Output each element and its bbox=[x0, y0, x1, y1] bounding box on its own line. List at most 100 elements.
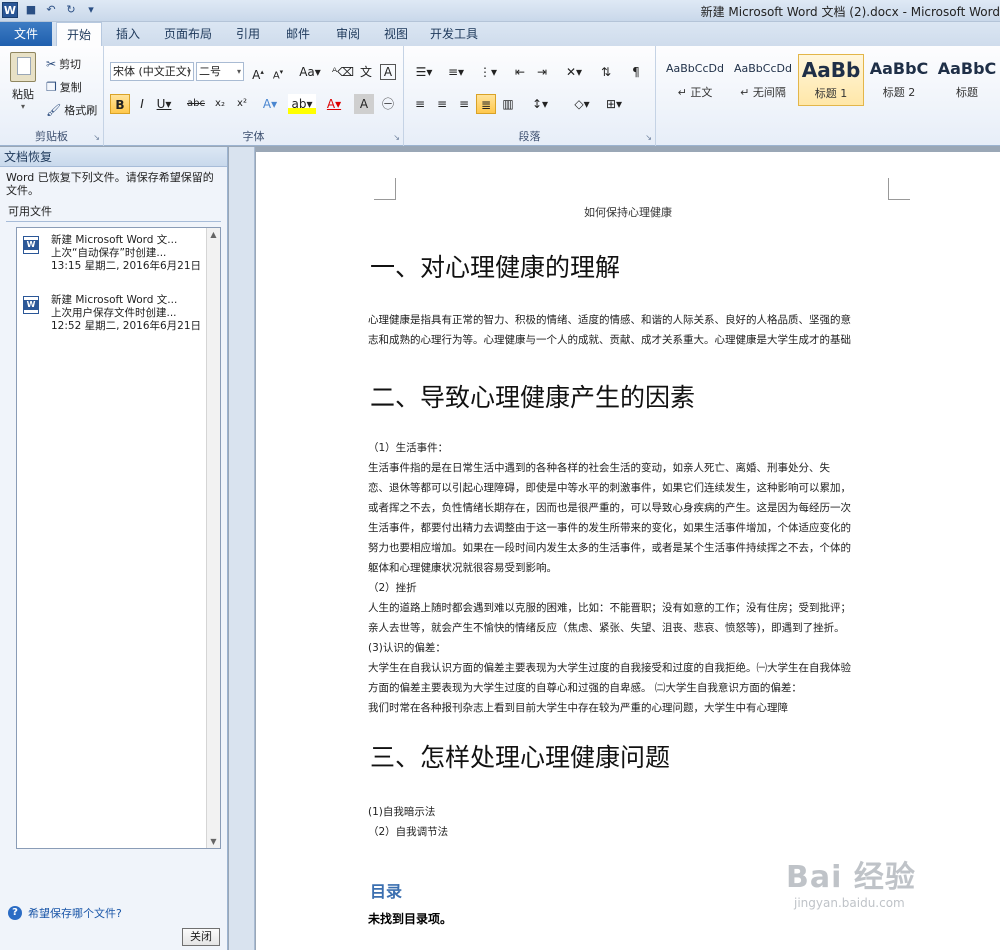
copy-label: 复制 bbox=[59, 81, 82, 94]
text-line: 生活事件指的是在日常生活中遇到的各种各样的社会生活的变动，如亲人死亡、离婚、刑事… bbox=[368, 462, 830, 474]
scissors-icon: ✂ bbox=[46, 57, 57, 71]
style-heading-2[interactable]: AaBbC 标题 2 bbox=[866, 54, 932, 106]
show-marks-icon[interactable]: ¶ bbox=[626, 62, 646, 82]
text-line: 生活事件，都要付出精力去调整由于这一事件的发生所带来的变化，如果生活事件增加，个… bbox=[368, 522, 851, 534]
justify-icon[interactable]: ≣ bbox=[476, 94, 496, 114]
paragraph-launcher-icon[interactable]: ↘ bbox=[645, 133, 652, 142]
format-painter-label: 格式刷 bbox=[64, 104, 98, 117]
text-line: 亲人去世等，就会产生不愉快的情绪反应（焦虑、紧张、失望、沮丧、悲哀、愤怒等)，即… bbox=[368, 622, 845, 634]
subscript-button[interactable]: x₂ bbox=[210, 94, 230, 114]
customize-qat-icon[interactable]: ▾ bbox=[84, 3, 98, 17]
char-shading-icon[interactable]: A bbox=[354, 94, 374, 114]
tab-review[interactable]: 审阅 bbox=[328, 22, 368, 46]
close-button[interactable]: 关闭 bbox=[182, 928, 220, 946]
borders-icon[interactable]: ⊞▾ bbox=[600, 94, 628, 114]
shrink-font-icon[interactable]: A▾ bbox=[268, 62, 288, 82]
save-icon[interactable]: ■ bbox=[24, 3, 38, 17]
italic-button[interactable]: I bbox=[132, 94, 152, 114]
style-heading-1[interactable]: AaBb 标题 1 bbox=[798, 54, 864, 106]
style-name: ↵ 无间隔 bbox=[740, 86, 786, 99]
align-left-icon[interactable]: ≡ bbox=[410, 94, 430, 114]
file-list-scrollbar[interactable]: ▲ ▼ bbox=[206, 228, 220, 848]
document-page[interactable]: 如何保持心理健康 一、对心理健康的理解 心理健康是指具有正常的智力、积极的情绪、… bbox=[256, 152, 1000, 950]
font-color-icon[interactable]: A▾ bbox=[324, 94, 344, 114]
line-spacing-icon[interactable]: ↕▾ bbox=[526, 94, 554, 114]
tab-insert[interactable]: 插入 bbox=[108, 22, 148, 46]
word-app-icon[interactable]: W bbox=[2, 2, 18, 18]
change-case-icon[interactable]: Aa▾ bbox=[296, 62, 324, 82]
align-center-icon[interactable]: ≡ bbox=[432, 94, 452, 114]
clipboard-launcher-icon[interactable]: ↘ bbox=[93, 133, 100, 142]
paste-label: 粘贴 bbox=[12, 88, 34, 101]
text-line: 方面的偏差主要表现为大学生过度的自尊心和过强的自卑感。 ㈡大学生自我意识方面的偏… bbox=[368, 682, 802, 694]
style-name: 标题 2 bbox=[882, 86, 916, 99]
text-line: 我们时常在各种报刊杂志上看到目前大学生中存在较为严重的心理问题，大学生中有心理障 bbox=[368, 702, 788, 714]
clear-format-icon[interactable]: ᴬ⌫ bbox=[332, 62, 354, 82]
tab-mailings[interactable]: 邮件 bbox=[278, 22, 318, 46]
clipboard-group: 粘贴 ▾ ✂ 剪切 ❐ 复制 🖌 格式刷 剪贴板 ↘ bbox=[0, 46, 104, 146]
text-effects-icon[interactable]: A▾ bbox=[260, 94, 280, 114]
style-name: 标题 bbox=[956, 86, 978, 99]
format-painter-button[interactable]: 🖌 格式刷 bbox=[46, 102, 97, 118]
text-line: 或者挥之不去，负性情绪长期存在，因而也是很严重的，可以导致心身疾病的产生。这是因… bbox=[368, 502, 851, 514]
paste-dropdown-icon[interactable]: ▾ bbox=[6, 102, 40, 111]
recovery-pane-title: 文档恢复 bbox=[0, 147, 227, 167]
brush-icon: 🖌 bbox=[46, 103, 62, 117]
font-size-combo[interactable]: 二号 ▾ bbox=[196, 62, 244, 81]
tab-references[interactable]: 引用 bbox=[228, 22, 268, 46]
superscript-button[interactable]: x² bbox=[232, 94, 252, 114]
font-family-combo[interactable]: 宋体 (中文正文) ▾ bbox=[110, 62, 194, 81]
highlight-icon[interactable]: ab▾ bbox=[288, 94, 316, 114]
tab-view[interactable]: 视图 bbox=[376, 22, 416, 46]
numbering-icon[interactable]: ≡▾ bbox=[442, 62, 470, 82]
paste-button[interactable]: 粘贴 ▾ bbox=[6, 52, 40, 111]
char-border-icon[interactable]: A bbox=[380, 64, 396, 80]
bold-button[interactable]: B bbox=[110, 94, 130, 114]
heading-1-understanding: 一、对心理健康的理解 bbox=[370, 253, 621, 282]
style-normal[interactable]: AaBbCcDd ↵ 正文 bbox=[662, 54, 728, 106]
vertical-ruler bbox=[229, 147, 255, 950]
tab-file[interactable]: 文件 bbox=[0, 22, 52, 46]
tab-page-layout[interactable]: 页面布局 bbox=[158, 22, 218, 46]
watermark-url: jingyan.baidu.com bbox=[794, 896, 905, 910]
styles-gallery: AaBbCcDd ↵ 正文 AaBbCcDd ↵ 无间隔 AaBb 标题 1 A… bbox=[660, 50, 1000, 110]
scroll-down-icon[interactable]: ▼ bbox=[207, 837, 220, 846]
phonetic-guide-icon[interactable]: 文 bbox=[356, 62, 376, 82]
style-title[interactable]: AaBbC 标题 bbox=[934, 54, 1000, 106]
font-group-label: 字体 bbox=[242, 130, 265, 143]
distributed-icon[interactable]: ▥ bbox=[498, 94, 518, 114]
recovered-file-list: W 新建 Microsoft Word 文... 上次“自动保存”时创建... … bbox=[16, 227, 221, 849]
redo-icon[interactable]: ↻ bbox=[64, 3, 78, 17]
style-no-spacing[interactable]: AaBbCcDd ↵ 无间隔 bbox=[730, 54, 796, 106]
document-recovery-pane: 文档恢复 Word 已恢复下列文件。请保存希望保留的文件。 可用文件 W 新建 … bbox=[0, 147, 228, 950]
multilevel-list-icon[interactable]: ⋮▾ bbox=[474, 62, 502, 82]
shading-icon[interactable]: ◇▾ bbox=[568, 94, 596, 114]
bullets-icon[interactable]: ☰▾ bbox=[410, 62, 438, 82]
undo-icon[interactable]: ↶ bbox=[44, 3, 58, 17]
underline-button[interactable]: U▾ bbox=[154, 94, 174, 114]
tab-home[interactable]: 开始 bbox=[56, 22, 102, 47]
font-launcher-icon[interactable]: ↘ bbox=[393, 133, 400, 142]
enclose-char-icon[interactable]: ㊀ bbox=[378, 94, 398, 114]
watermark-logo-text: Bai 经验 bbox=[786, 860, 916, 895]
increase-indent-icon[interactable]: ⇥ bbox=[532, 62, 552, 82]
text-line: （2）自我调节法 bbox=[368, 826, 449, 838]
sort-icon[interactable]: ⇅ bbox=[596, 62, 616, 82]
tab-developer[interactable]: 开发工具 bbox=[424, 22, 484, 46]
align-right-icon[interactable]: ≡ bbox=[454, 94, 474, 114]
cut-button[interactable]: ✂ 剪切 bbox=[46, 56, 81, 72]
list-item[interactable]: W 新建 Microsoft Word 文... 上次“自动保存”时创建... … bbox=[23, 234, 203, 274]
scroll-up-icon[interactable]: ▲ bbox=[207, 230, 220, 239]
help-link[interactable]: ? 希望保存哪个文件? bbox=[8, 905, 122, 921]
page-header: 如何保持心理健康 bbox=[584, 206, 672, 219]
text-line: 躯体和心理健康状况就很容易受到影响。 bbox=[368, 562, 557, 574]
text-line: （2）挫折 bbox=[368, 582, 417, 594]
list-item[interactable]: W 新建 Microsoft Word 文... 上次用户保存文件时创建... … bbox=[23, 294, 203, 334]
copy-button[interactable]: ❐ 复制 bbox=[46, 79, 82, 95]
text-line: （1）生活事件： bbox=[368, 442, 449, 454]
asian-layout-icon[interactable]: ✕▾ bbox=[560, 62, 588, 82]
strikethrough-button[interactable]: abc bbox=[186, 94, 206, 114]
paragraph-group: ☰▾ ≡▾ ⋮▾ ⇤ ⇥ ✕▾ ⇅ ¶ ≡ ≡ ≡ ≣ ▥ ↕▾ ◇▾ ⊞▾ 段… bbox=[404, 46, 656, 146]
grow-font-icon[interactable]: A▴ bbox=[248, 62, 268, 82]
decrease-indent-icon[interactable]: ⇤ bbox=[510, 62, 530, 82]
